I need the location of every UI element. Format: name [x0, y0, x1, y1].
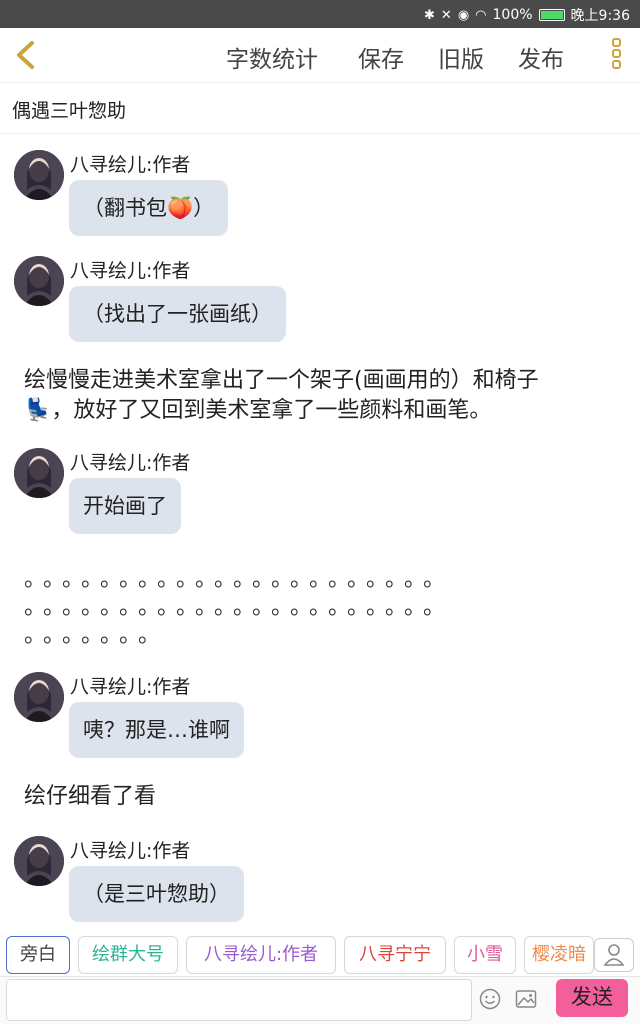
old-version-button[interactable]: 旧版	[438, 40, 484, 74]
chat-content[interactable]: 八寻绘儿:作者 （翻书包🍑） 八寻绘儿:作者 （找出了一张画纸） 绘慢慢走进美术…	[0, 134, 640, 924]
status-bar: ✱ ✕ ◉ ◠ 100% 晚上9:36	[0, 0, 640, 28]
top-toolbar: 字数统计 保存 旧版 发布	[0, 28, 640, 82]
more-menu-icon[interactable]	[608, 38, 624, 72]
narration-line: 绘慢慢走进美术室拿出了一个架子(画画用的）和椅子	[24, 368, 539, 393]
avatar[interactable]	[14, 256, 64, 306]
battery-percent: 100%	[492, 7, 533, 23]
save-button[interactable]: 保存	[358, 40, 404, 74]
message-bubble: （是三叶惣助）	[69, 866, 244, 922]
dots-line: 。。。。。。。。。。。。。。。。。。。。。。	[24, 595, 454, 620]
avatar[interactable]	[14, 448, 64, 498]
message-author: 八寻绘儿:作者	[70, 840, 191, 862]
role-selector: 旁白 绘群大号 八寻绘儿:作者 八寻宁宁 小雪 樱凌暗	[0, 932, 640, 976]
avatar[interactable]	[14, 150, 64, 200]
narration-line: 💺，放好了又回到美术室拿了一些颜料和画笔。	[24, 398, 492, 423]
story-title-bar[interactable]: 偶遇三叶惣助	[0, 82, 640, 134]
role-chip-label: 樱凌暗	[532, 944, 586, 965]
message-bubble: 咦？那是…谁啊	[69, 702, 244, 758]
message-author: 八寻绘儿:作者	[70, 154, 191, 176]
story-title: 偶遇三叶惣助	[12, 100, 127, 122]
mute-icon: ✕	[440, 7, 452, 23]
dots-line: 。。。。。。。。。。。。。。。。。。。。。。	[24, 567, 454, 592]
back-button[interactable]	[8, 36, 44, 74]
role-chip-label: 小雪	[467, 944, 503, 965]
avatar[interactable]	[14, 672, 64, 722]
send-button[interactable]: 发送	[556, 979, 628, 1017]
role-chip-group[interactable]: 绘群大号	[78, 936, 178, 974]
message-author: 八寻绘儿:作者	[70, 260, 191, 282]
avatar[interactable]	[14, 836, 64, 886]
role-chip-label: 八寻宁宁	[359, 944, 431, 965]
wifi-icon: ◠	[475, 7, 487, 23]
narration-text[interactable]: 绘慢慢走进美术室拿出了一个架子(画画用的）和椅子 💺，放好了又回到美术室拿了一些…	[24, 366, 539, 426]
publish-button[interactable]: 发布	[518, 40, 564, 74]
message-author: 八寻绘儿:作者	[70, 676, 191, 698]
role-chip-author[interactable]: 八寻绘儿:作者	[186, 936, 336, 974]
person-icon	[603, 944, 625, 966]
role-chip-narrator[interactable]: 旁白	[6, 936, 70, 974]
battery-icon	[538, 9, 565, 21]
dots-narration[interactable]: 。。。。。。。。。。。。。。。。。。。。。。 。。。。。。。。。。。。。。。。。…	[24, 566, 604, 650]
message-bubble: 开始画了	[69, 478, 181, 534]
message-bubble: （翻书包🍑）	[69, 180, 229, 236]
role-chip-label: 旁白	[20, 944, 56, 965]
narration-text[interactable]: 绘仔细看了看	[24, 782, 156, 812]
role-chip-label: 绘群大号	[92, 944, 164, 965]
message-input[interactable]	[6, 979, 472, 1021]
role-chip-xiaoxue[interactable]: 小雪	[454, 936, 516, 974]
chevron-left-icon	[17, 41, 34, 69]
message-author: 八寻绘儿:作者	[70, 452, 191, 474]
message-bubble: （找出了一张画纸）	[69, 286, 286, 342]
role-chip-ying[interactable]: 樱凌暗	[524, 936, 594, 974]
clock: 晚上9:36	[570, 8, 630, 24]
role-chip-nene[interactable]: 八寻宁宁	[344, 936, 446, 974]
eye-icon: ◉	[457, 7, 470, 23]
bluetooth-icon: ✱	[424, 7, 435, 23]
image-icon[interactable]	[514, 987, 538, 1011]
word-count-button[interactable]: 字数统计	[226, 40, 318, 74]
role-chip-label: 八寻绘儿:作者	[203, 944, 319, 965]
input-bar: 发送	[0, 976, 640, 1024]
role-manage-button[interactable]	[594, 938, 634, 972]
emoji-icon[interactable]	[478, 987, 502, 1011]
dots-line: 。。。。。。。	[24, 623, 169, 648]
